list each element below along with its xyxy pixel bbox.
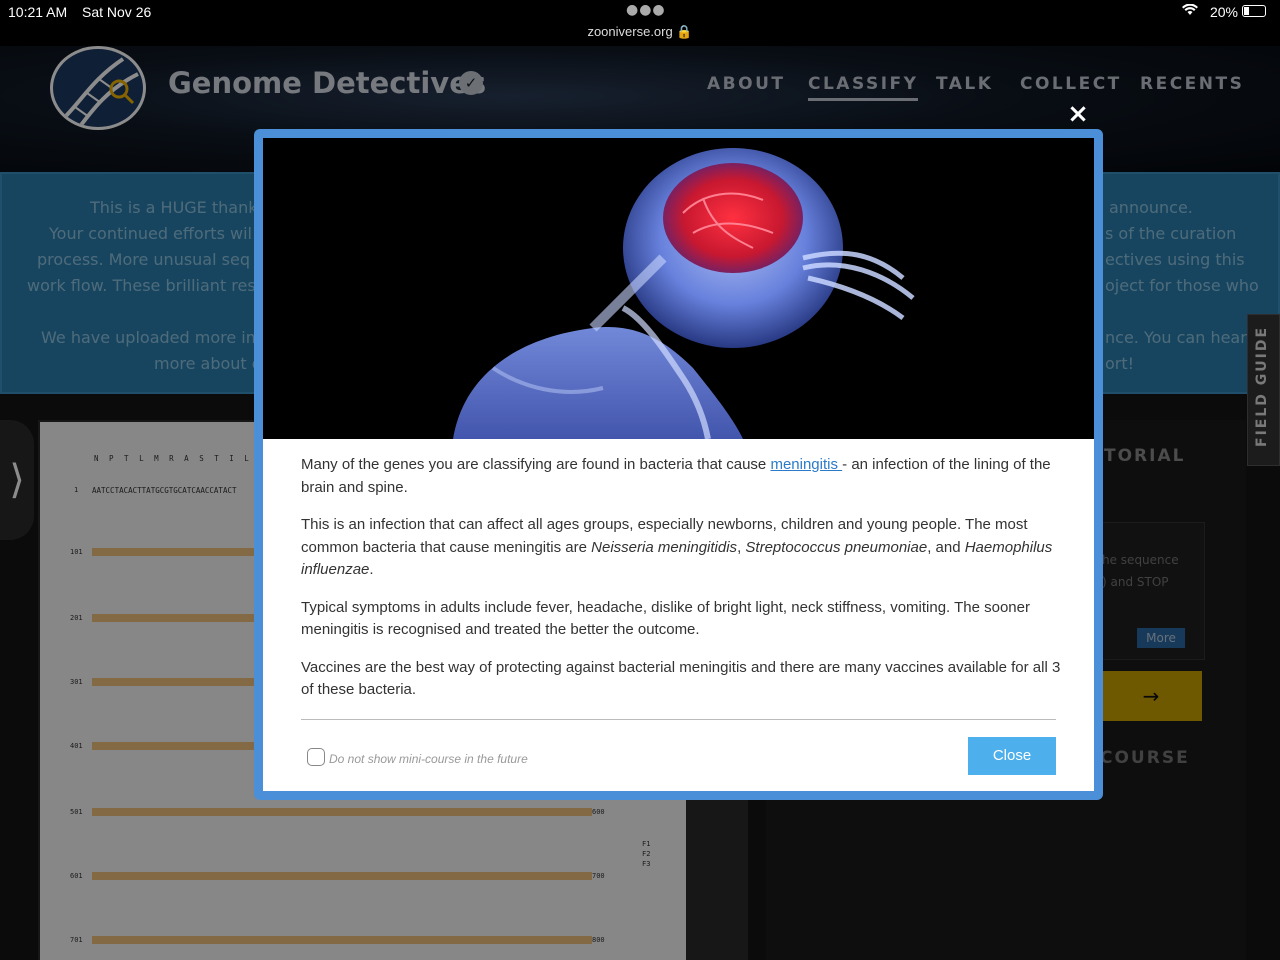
brain-xray-illustration xyxy=(263,138,1094,439)
mini-course-modal: Many of the genes you are classifying ar… xyxy=(254,129,1103,800)
paragraph-symptoms: Typical symptoms in adults include fever… xyxy=(301,598,1030,639)
meningitis-link[interactable]: meningitis xyxy=(770,456,842,473)
status-bar: 10:21 AM Sat Nov 26 ●●● zooniverse.org 🔒… xyxy=(0,0,1280,46)
paragraph-meningitis-intro: Many of the genes you are classifying ar… xyxy=(301,454,1061,499)
close-icon[interactable]: × xyxy=(1066,100,1090,128)
paragraph-text: , and xyxy=(927,538,965,556)
close-button[interactable]: Close xyxy=(968,737,1056,775)
hide-course-checkbox[interactable] xyxy=(307,748,325,766)
modal-content: Many of the genes you are classifying ar… xyxy=(263,138,1094,791)
battery-icon xyxy=(1242,5,1266,17)
battery-percent: 20% xyxy=(1209,4,1238,20)
paragraph-bacteria: This is an infection that can affect all… xyxy=(301,514,1061,582)
address-bar[interactable]: zooniverse.org 🔒 xyxy=(0,24,1280,40)
hide-course-label[interactable]: Do not show mini-course in the future xyxy=(329,752,528,766)
wifi-icon xyxy=(1182,4,1198,15)
paragraph-text: Many of the genes you are classifying ar… xyxy=(301,456,771,473)
modal-body: Many of the genes you are classifying ar… xyxy=(301,454,1061,717)
more-dots-icon[interactable]: ●●● xyxy=(626,2,666,18)
date: Sat Nov 26 xyxy=(82,4,152,20)
divider xyxy=(301,719,1056,720)
paragraph-vaccines: Vaccines are the best way of protecting … xyxy=(301,658,1061,699)
species-name: Neisseria meningitidis xyxy=(591,538,738,556)
species-name: Streptococcus pneumoniae xyxy=(745,538,928,556)
clock: 10:21 AM xyxy=(8,4,68,20)
paragraph-text: . xyxy=(369,561,374,578)
